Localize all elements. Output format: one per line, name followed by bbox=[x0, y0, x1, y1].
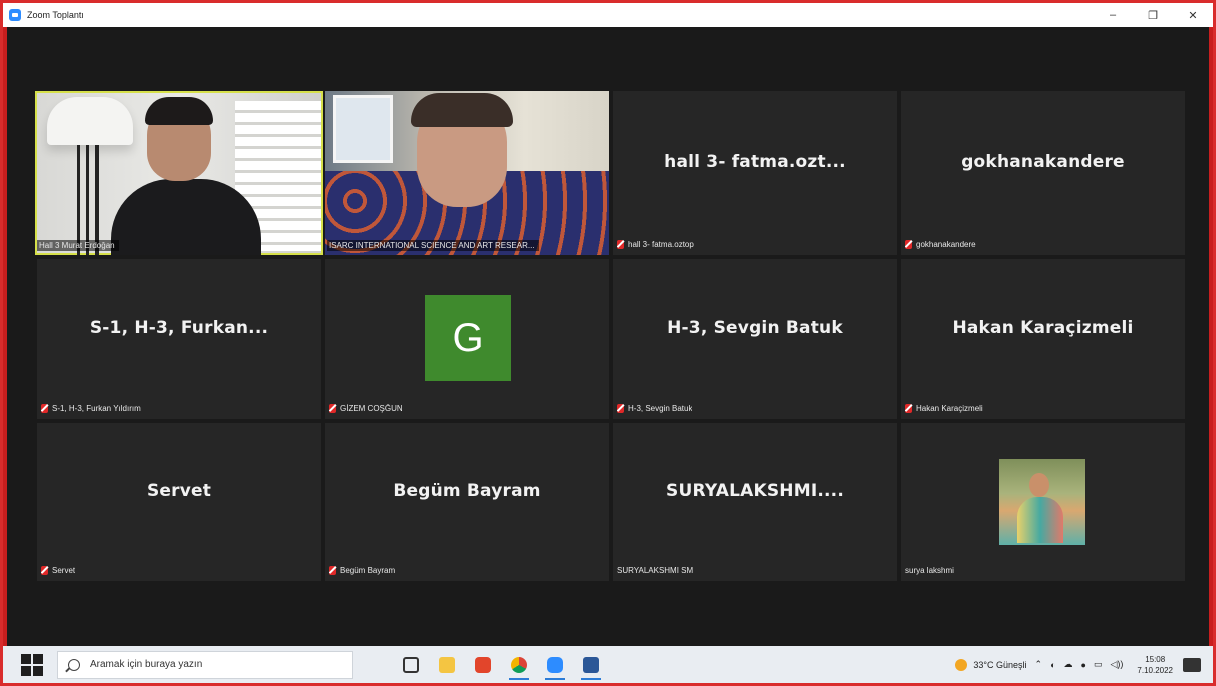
participant-display-name: S-1, H-3, Furkan... bbox=[89, 318, 269, 338]
participant-name-label: surya lakshmi bbox=[905, 566, 954, 575]
participant-name-label: SURYALAKSHMI SM bbox=[617, 566, 693, 575]
taskbar-apps bbox=[393, 650, 609, 680]
participant-name: hall 3- fatma.oztop bbox=[628, 240, 694, 249]
participant-hair bbox=[411, 93, 513, 127]
participant-tile[interactable]: Hall 3 Murat Erdoğan bbox=[35, 91, 323, 255]
participant-avatar: G bbox=[425, 295, 511, 381]
participant-name: Hakan Karaçizmeli bbox=[916, 404, 983, 413]
sun-icon bbox=[955, 658, 968, 671]
zoom-app-icon bbox=[9, 9, 21, 21]
battery-icon[interactable]: ▭ bbox=[1094, 659, 1103, 670]
network-icon[interactable]: ◐ bbox=[1050, 660, 1055, 670]
minimize-button[interactable]: – bbox=[1093, 3, 1133, 27]
clock-time: 15:08 bbox=[1145, 654, 1166, 664]
participant-tile[interactable]: Begüm Bayram Begüm Bayram bbox=[325, 423, 609, 581]
participant-display-name: Hakan Karaçizmeli bbox=[952, 318, 1134, 338]
muted-mic-icon bbox=[329, 566, 336, 575]
participant-name-label: gokhanakandere bbox=[905, 240, 976, 249]
participant-name-label: S-1, H-3, Furkan Yıldırım bbox=[41, 404, 141, 413]
muted-mic-icon bbox=[329, 404, 336, 413]
muted-mic-icon bbox=[41, 404, 48, 413]
taskbar-clock[interactable]: 15:08 7.10.2022 bbox=[1137, 654, 1173, 676]
search-icon bbox=[68, 658, 80, 671]
gallery-view: Hall 3 Murat Erdoğan ISARC INTERNATIONAL… bbox=[7, 27, 1209, 646]
participant-name: H-3, Sevgin Batuk bbox=[628, 404, 693, 413]
participant-name-label: hall 3- fatma.oztop bbox=[617, 240, 694, 249]
close-button[interactable]: ✕ bbox=[1173, 3, 1213, 27]
participant-name: surya lakshmi bbox=[905, 566, 954, 575]
participant-tile[interactable]: Servet Servet bbox=[37, 423, 321, 581]
window-title: Zoom Toplantı bbox=[27, 10, 84, 20]
participant-name-label: Hall 3 Murat Erdoğan bbox=[37, 240, 119, 251]
title-bar: Zoom Toplantı – ❐ ✕ bbox=[3, 3, 1213, 27]
participant-name: Hall 3 Murat Erdoğan bbox=[39, 241, 115, 250]
participant-name: SURYALAKSHMI SM bbox=[617, 566, 694, 575]
restore-button[interactable]: ❐ bbox=[1133, 3, 1173, 27]
participant-tile[interactable]: gokhanakandere gokhanakandere bbox=[901, 91, 1185, 255]
chrome-icon[interactable] bbox=[501, 650, 537, 680]
taskbar-search-box[interactable]: Aramak için buraya yazın bbox=[57, 650, 353, 679]
participant-tile[interactable]: S-1, H-3, Furkan... S-1, H-3, Furkan Yıl… bbox=[37, 259, 321, 419]
office-icon[interactable] bbox=[465, 650, 501, 680]
participant-hair bbox=[145, 97, 213, 125]
participant-tile[interactable]: SURYALAKSHMI.... SURYALAKSHMI SM bbox=[613, 423, 897, 581]
participant-display-name: H-3, Sevgin Batuk bbox=[667, 318, 843, 338]
background-window bbox=[333, 95, 393, 163]
participant-display-name: SURYALAKSHMI.... bbox=[666, 481, 844, 501]
weather-text[interactable]: 33°C Güneşli bbox=[973, 660, 1026, 670]
chevron-up-icon[interactable]: ⌃ bbox=[1035, 659, 1043, 670]
participant-tile[interactable]: G GİZEM COŞĞUN bbox=[325, 259, 609, 419]
participant-tile[interactable]: H-3, Sevgin Batuk H-3, Sevgin Batuk bbox=[613, 259, 897, 419]
notifications-icon[interactable] bbox=[1183, 657, 1201, 672]
muted-mic-icon bbox=[905, 240, 912, 249]
participant-name-label: Servet bbox=[41, 566, 75, 575]
muted-mic-icon bbox=[617, 240, 624, 249]
background-lamp bbox=[47, 97, 133, 145]
onedrive-icon[interactable]: ☁ bbox=[1064, 659, 1073, 670]
muted-mic-icon bbox=[617, 404, 624, 413]
participant-name: ISARC INTERNATIONAL SCIENCE AND ART RESE… bbox=[329, 241, 535, 250]
background-lamp-stand bbox=[77, 145, 99, 255]
photo-figure-face bbox=[1029, 473, 1049, 497]
system-tray: 33°C Güneşli ⌃ ◐ ☁ ● ▭ ◁)) 15:08 7.10.20… bbox=[955, 654, 1213, 676]
participant-name: S-1, H-3, Furkan Yıldırım bbox=[52, 404, 141, 413]
task-view-icon[interactable] bbox=[393, 650, 429, 680]
participant-name-label: ISARC INTERNATIONAL SCIENCE AND ART RESE… bbox=[327, 240, 539, 251]
participant-tile[interactable]: Hakan Karaçizmeli Hakan Karaçizmeli bbox=[901, 259, 1185, 419]
window-controls: – ❐ ✕ bbox=[1093, 3, 1213, 27]
volume-icon[interactable]: ◁)) bbox=[1110, 659, 1123, 670]
participant-name: GİZEM COŞĞUN bbox=[340, 404, 403, 413]
participant-name-label: Begüm Bayram bbox=[329, 566, 395, 575]
participant-name: Servet bbox=[52, 566, 76, 575]
participant-name-label: H-3, Sevgin Batuk bbox=[617, 404, 692, 413]
participant-display-name: gokhanakandere bbox=[961, 152, 1125, 172]
participant-tile[interactable]: hall 3- fatma.ozt... hall 3- fatma.oztop bbox=[613, 91, 897, 255]
participant-display-name: Servet bbox=[146, 481, 212, 501]
participant-name: gokhanakandere bbox=[916, 240, 976, 249]
participant-name-label: GİZEM COŞĞUN bbox=[329, 404, 403, 413]
search-placeholder: Aramak için buraya yazın bbox=[90, 659, 203, 670]
participant-tile[interactable]: surya lakshmi bbox=[901, 423, 1185, 581]
windows-start-icon[interactable] bbox=[21, 653, 43, 676]
participant-profile-photo bbox=[999, 459, 1085, 545]
photo-figure-body bbox=[1017, 497, 1063, 543]
muted-mic-icon bbox=[41, 566, 48, 575]
microphone-icon[interactable]: ● bbox=[1081, 660, 1086, 670]
participant-tile[interactable]: ISARC INTERNATIONAL SCIENCE AND ART RESE… bbox=[325, 91, 609, 255]
participant-display-name: Begüm Bayram bbox=[393, 481, 541, 501]
participant-name-label: Hakan Karaçizmeli bbox=[905, 404, 983, 413]
word-icon[interactable] bbox=[573, 650, 609, 680]
windows-taskbar: Aramak için buraya yazın 33°C Güneşli ⌃ … bbox=[3, 646, 1213, 683]
file-explorer-icon[interactable] bbox=[429, 650, 465, 680]
participant-display-name: hall 3- fatma.ozt... bbox=[664, 152, 846, 172]
zoom-icon[interactable] bbox=[537, 650, 573, 680]
participant-name: Begüm Bayram bbox=[340, 566, 396, 575]
muted-mic-icon bbox=[905, 404, 912, 413]
clock-date: 7.10.2022 bbox=[1137, 665, 1173, 675]
